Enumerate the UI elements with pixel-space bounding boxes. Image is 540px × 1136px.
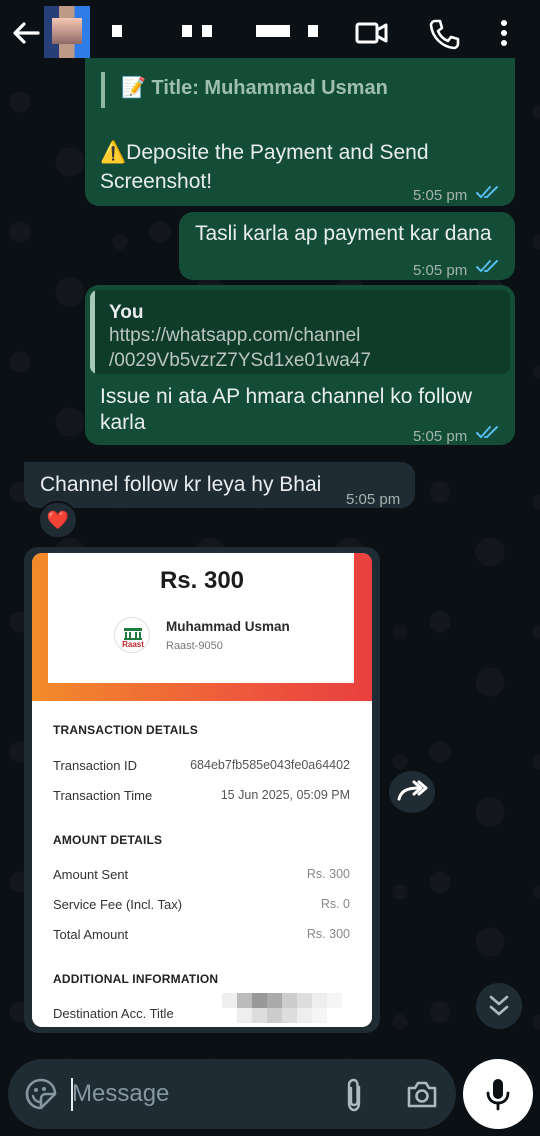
read-ticks-icon: [476, 186, 498, 199]
message-time: 5:05 pm: [413, 187, 468, 204]
double-chevron-down-icon: [489, 995, 509, 1016]
incoming-message-bubble[interactable]: Channel follow kr leya hy Bhai 5:05 pm: [24, 462, 415, 508]
transaction-time-label: Transaction Time: [53, 788, 153, 803]
text-caret: [71, 1078, 73, 1111]
attach-icon: [347, 1078, 361, 1112]
service-fee-value: Rs. 0: [320, 897, 350, 911]
forward-button[interactable]: [389, 771, 435, 813]
message-text: Channel follow kr leya hy Bhai: [40, 473, 322, 496]
amount-sent-label: Amount Sent: [53, 867, 129, 882]
contact-name-redacted[interactable]: [112, 24, 318, 38]
message-composer: [8, 1059, 456, 1129]
camera-icon: [407, 1081, 437, 1108]
read-ticks-icon: [476, 426, 498, 439]
image-message-bubble[interactable]: Rs. 300 Raast Muhammad Usman Raast-9050 …: [24, 547, 380, 1033]
outgoing-message-bubble[interactable]: 📝 Title: Muhammad Usman ⚠️Deposite the P…: [85, 58, 515, 206]
video-call-button[interactable]: [355, 18, 389, 48]
service-fee-label: Service Fee (Incl. Tax): [53, 897, 183, 912]
read-ticks-icon: [476, 260, 498, 273]
back-button[interactable]: [8, 18, 44, 48]
total-amount-value: Rs. 300: [306, 927, 350, 941]
receipt-amount: Rs. 300: [159, 567, 245, 594]
redacted-destination-title: [222, 993, 372, 1023]
voice-call-icon: [429, 19, 460, 50]
total-amount-label: Total Amount: [53, 927, 129, 942]
emoji-icon: [25, 1078, 57, 1110]
quote-accent-bar: [90, 290, 95, 374]
message-text-line-2: karla: [100, 411, 146, 434]
more-vert-icon: [501, 20, 507, 46]
quote-author: You: [109, 302, 144, 323]
amount-details-heading: AMOUNT DETAILS: [53, 833, 163, 847]
message-time: 5:05 pm: [413, 428, 468, 445]
message-time: 5:05 pm: [413, 262, 468, 279]
raast-logo-text: Raast: [122, 640, 144, 649]
emoji-button[interactable]: [24, 1077, 58, 1111]
attach-button[interactable]: [342, 1077, 366, 1113]
outgoing-message-bubble[interactable]: You https://whatsapp.com/channel /0029Vb…: [85, 285, 515, 445]
additional-info-heading: ADDITIONAL INFORMATION: [53, 972, 219, 986]
destination-title-label: Destination Acc. Title: [53, 1006, 174, 1021]
payee-account: Raast-9050: [166, 640, 223, 652]
transaction-id-value: 684eb7fb585e043fe0a64402: [190, 758, 350, 772]
message-time: 5:05 pm: [346, 491, 401, 508]
more-options-button[interactable]: [494, 18, 514, 48]
raast-logo: Raast: [114, 617, 150, 653]
quote-text-line-1: https://whatsapp.com/channel: [109, 325, 361, 346]
outgoing-message-bubble[interactable]: Tasli karla ap payment kar dana 5:05 pm: [179, 212, 515, 280]
payee-name: Muhammad Usman: [166, 619, 290, 634]
voice-call-button[interactable]: [428, 18, 462, 50]
contact-avatar[interactable]: [44, 6, 90, 58]
video-call-icon: [355, 22, 388, 44]
message-text: ⚠️Deposite the Payment and Send Screensh…: [100, 141, 429, 193]
receipt-image[interactable]: Rs. 300 Raast Muhammad Usman Raast-9050 …: [32, 553, 372, 1027]
reaction-badge[interactable]: ❤️: [38, 501, 78, 539]
transaction-id-label: Transaction ID: [53, 758, 138, 773]
voice-record-button[interactable]: [463, 1059, 533, 1129]
quoted-message[interactable]: You https://whatsapp.com/channel /0029Vb…: [90, 290, 510, 374]
transaction-time-value: 15 Jun 2025, 05:09 PM: [220, 788, 350, 802]
message-text-line-1: Issue ni ata AP hmara channel ko follow: [100, 385, 473, 408]
forward-icon: [397, 780, 428, 801]
amount-sent-value: Rs. 300: [306, 867, 350, 881]
transaction-details-heading: TRANSACTION DETAILS: [53, 723, 198, 737]
quote-text-line-2: /0029Vb5vzrZ7YSd1xe01wa47: [109, 350, 371, 371]
camera-button[interactable]: [406, 1079, 438, 1109]
message-input[interactable]: [72, 1075, 322, 1113]
mic-icon: [486, 1079, 510, 1111]
message-text: Tasli karla ap payment kar dana: [195, 222, 492, 245]
quote-bar: [101, 72, 105, 108]
message-title-line: 📝 Title: Muhammad Usman: [121, 77, 388, 99]
back-arrow-icon: [13, 22, 40, 44]
scroll-to-bottom-button[interactable]: [476, 983, 522, 1029]
